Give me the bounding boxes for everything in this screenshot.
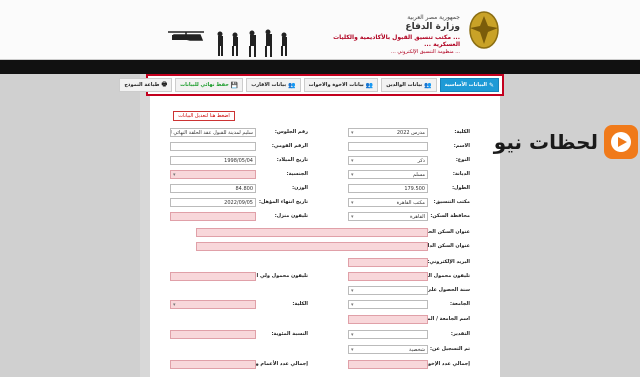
soldiers-silhouette-image: [168, 29, 287, 57]
site-header: جمهورية مصر العربية وزارة الدفاع ... مكت…: [0, 0, 640, 60]
address-label: عنوان السكن الحالي:: [417, 229, 470, 235]
tab-basic-data[interactable]: ✎ البيانات الأساسية: [439, 78, 499, 92]
height-label: الطول:: [452, 185, 470, 191]
perm-address-input[interactable]: [196, 242, 428, 251]
religion-select[interactable]: مسلم: [348, 170, 428, 179]
unlock-edit-button[interactable]: اضغط هنا لتعديل البيانات: [173, 111, 235, 121]
home-phone-input[interactable]: [170, 212, 256, 221]
gender-select[interactable]: ذكر: [348, 156, 428, 165]
name-input[interactable]: [348, 142, 428, 151]
siblings-label: إجمالي عدد الإخوة والأخوات:: [399, 361, 470, 367]
gender-label: النوع:: [455, 157, 470, 163]
weight-input[interactable]: 84.800: [170, 184, 256, 193]
university-select[interactable]: [348, 300, 428, 309]
seat-input[interactable]: سليم لمدينة للقبول عقد الحلقة النهائي لل…: [170, 128, 256, 137]
religion-label: الديانة:: [452, 171, 470, 177]
college-label: الكلية:: [454, 129, 470, 135]
reg-label: تم التسجيل عن:: [429, 346, 470, 352]
tab-relatives-data[interactable]: 👥 بيانات الاقارب: [246, 78, 301, 92]
users-icon: 👥: [365, 81, 374, 89]
faculty-select[interactable]: [170, 300, 256, 309]
name-label: الاسم:: [453, 143, 470, 149]
faculty-label: الكلية:: [292, 301, 308, 307]
national-id-label: الرقم القومي:: [271, 143, 308, 149]
system-subtitle: ... منظومة التنسيق الإلكتروني ...: [391, 49, 460, 55]
percent-label: النسبة المئوية:: [271, 331, 308, 337]
left-background: [0, 74, 140, 377]
users-icon: 👥: [288, 81, 296, 89]
exam-date-input[interactable]: 2022/09/05: [170, 198, 256, 207]
watermark-text: لحظات نيو: [493, 130, 598, 154]
home-phone-label: تليفون منزل:: [274, 213, 308, 219]
users-icon: 👥: [424, 81, 432, 89]
print-icon: 🖶: [161, 81, 168, 88]
tab-parents-data[interactable]: 👥 بيانات الوالدين: [381, 78, 437, 92]
siblings-input[interactable]: [348, 360, 428, 369]
ministry-title: وزارة الدفاع: [405, 22, 460, 32]
mobile-input[interactable]: [348, 272, 428, 281]
seat-label: رقم الجلوس:: [274, 129, 308, 135]
institute-input[interactable]: [348, 315, 428, 324]
nationality-label: الجنسية:: [286, 171, 308, 177]
header-title-block: جمهورية مصر العربية وزارة الدفاع ... مكت…: [310, 14, 460, 55]
coord-office-label: مكتب التنسيق:: [433, 199, 470, 205]
edit-icon: ✎: [488, 81, 494, 89]
birth-input[interactable]: 1998/05/04: [170, 156, 256, 165]
height-input[interactable]: 179.500: [348, 184, 428, 193]
address-input[interactable]: [196, 228, 428, 237]
guardian-mobile-input[interactable]: [170, 272, 256, 281]
right-background: [500, 74, 640, 377]
governorate-select[interactable]: القاهرة: [348, 212, 428, 221]
perm-address-label: عنوان السكن الدائم بالبطاقة:: [397, 243, 470, 249]
republic-text: جمهورية مصر العربية: [407, 14, 460, 21]
grade-select[interactable]: [348, 330, 428, 339]
aunts-label: إجمالي عدد الأعمام والعمات والأخوال والخ…: [191, 361, 308, 367]
percent-input[interactable]: [170, 330, 256, 339]
watermark: لحظات نيو: [474, 122, 640, 162]
college-select[interactable]: مدرس 2022: [348, 128, 428, 137]
tab-siblings-data[interactable]: 👥 بيانات الاخوة والاخوات: [303, 78, 379, 92]
email-label: البريد الإلكتروني:: [427, 259, 470, 265]
aunts-input[interactable]: [170, 360, 256, 369]
email-input[interactable]: [348, 258, 428, 267]
guardian-mobile-label: تليفون محمول ولي الأمر:: [244, 273, 308, 279]
university-label: الجامعة:: [449, 301, 470, 307]
tab-final-save[interactable]: 💾 حفظ نهائي للبيانات: [175, 78, 244, 92]
play-logo-icon: [604, 125, 638, 159]
save-icon: 💾: [230, 81, 239, 89]
ministry-emblem-icon: [469, 11, 499, 49]
weight-label: الوزن:: [292, 185, 308, 191]
governorate-label: محافظة السكن:: [430, 213, 470, 219]
birth-label: تاريخ الميلاد:: [276, 157, 308, 163]
tab-bar: ✎ البيانات الأساسية 👥 بيانات الوالدين 👥 بيا…: [119, 74, 504, 96]
reg-select[interactable]: شخصية: [348, 345, 428, 354]
national-id-input[interactable]: [170, 142, 256, 151]
coord-office-select[interactable]: مكتب القاهرة: [348, 198, 428, 207]
header-divider-bar: [0, 60, 640, 74]
tab-print-form[interactable]: 🖶 طباعة النموذج: [119, 78, 173, 92]
grad-year-select[interactable]: [348, 286, 428, 295]
grade-label: التقدير:: [450, 331, 470, 337]
grad-year-label: سنة الحصول على المؤهل:: [404, 287, 470, 293]
mobile-label: تليفون محمول الطالب:: [412, 273, 470, 279]
institute-label: اسم الجامعة / المعهد:: [416, 316, 470, 322]
office-subtitle: ... مكتب تنسيق القبول بالأكاديمية والكلي…: [333, 34, 460, 48]
nationality-select[interactable]: [170, 170, 256, 179]
exam-date-label: تاريخ انتهاء المؤهل:: [259, 199, 308, 205]
